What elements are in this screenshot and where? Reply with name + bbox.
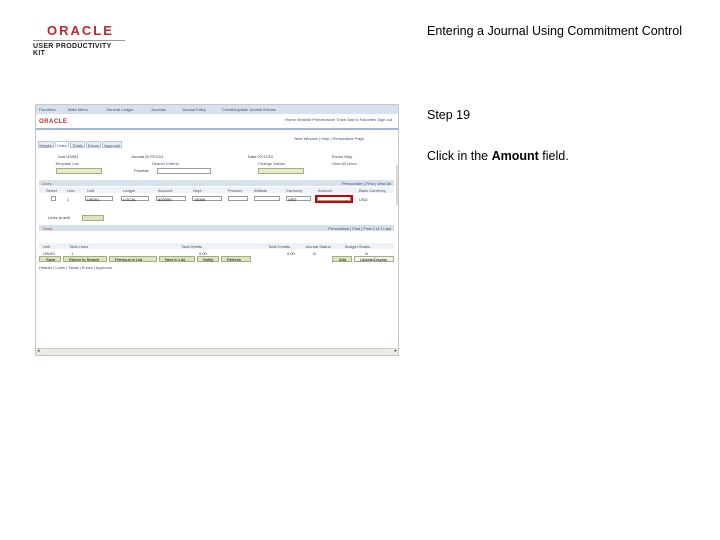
- lines-to-add-label: Lines to add: [48, 215, 70, 220]
- lines-section-nav[interactable]: Personalize | Find | View All: [342, 181, 391, 186]
- upk-logo-subtitle: USER PRODUCTIVITY KIT: [33, 40, 125, 57]
- process-label: Process: [134, 168, 149, 173]
- col-select: Select: [46, 188, 58, 193]
- step-number: Step 19: [427, 108, 471, 122]
- totals-section-title: Totals: [42, 226, 53, 231]
- totals-column-headers: Unit Total Lines Total Debits Total Cred…: [39, 243, 394, 249]
- scroll-left-icon[interactable]: ◂: [37, 349, 40, 354]
- nav-create-update[interactable]: Create/Update Journal Entries: [222, 107, 276, 112]
- process-button[interactable]: [258, 168, 304, 174]
- nav-main-menu[interactable]: Main Menu: [68, 107, 88, 112]
- row-dept-input[interactable]: 14000: [192, 196, 222, 202]
- date-field: Date 07/17/10: [248, 154, 274, 159]
- col-line: Line: [67, 188, 75, 193]
- app-header: ORACLE Home Worklist Performance Trace A…: [36, 114, 398, 130]
- vertical-scrollbar[interactable]: [396, 165, 398, 205]
- col-account: Account: [158, 188, 173, 193]
- application-screenshot: Favorites Main Menu General Ledger Journ…: [35, 104, 399, 356]
- col-currency: Currency: [286, 188, 303, 193]
- tab-errors[interactable]: Errors: [86, 141, 101, 148]
- horizontal-scrollbar[interactable]: ◂ ▸: [36, 348, 398, 355]
- nav-journals[interactable]: Journals: [151, 107, 166, 112]
- change-values-link[interactable]: Change Values: [258, 161, 285, 166]
- row-account-input[interactable]: 620000: [156, 196, 186, 202]
- col-base-currency: Base Currency: [359, 188, 386, 193]
- col-unit: Unit: [87, 188, 95, 193]
- app-oracle-logo: ORACLE: [39, 119, 68, 125]
- tab-approval[interactable]: Approval: [102, 141, 122, 148]
- footer-page-links[interactable]: Header | Lines | Totals | Errors | Appro…: [39, 265, 112, 270]
- col-affiliate: Affiliate: [254, 188, 268, 193]
- add-lines-button[interactable]: [82, 215, 104, 221]
- save-button[interactable]: Save: [39, 256, 61, 262]
- journal-id-field: Journal ID PCC01: [131, 154, 164, 159]
- tab-lines[interactable]: Lines: [55, 141, 69, 148]
- page-title: Entering a Journal Using Commitment Cont…: [427, 24, 682, 38]
- refresh-button[interactable]: Refresh: [221, 256, 251, 262]
- totals-section-nav[interactable]: Personalize | Find | First 1 of 1 Last: [328, 226, 391, 231]
- row-select-checkbox[interactable]: [51, 196, 56, 201]
- col-dept: Dept: [193, 188, 202, 193]
- lines-column-headers: Select Line Unit Ledger Account Dept Pro…: [39, 187, 394, 193]
- col-product: Product: [228, 188, 242, 193]
- return-to-search-button[interactable]: Return to Search: [63, 256, 107, 262]
- step-instruction: Click in the Amount field.: [427, 149, 569, 163]
- col-ledger: Ledger: [123, 188, 136, 193]
- view-all-lines-link[interactable]: View All Lines: [332, 161, 357, 166]
- tab-totals[interactable]: Totals: [70, 141, 85, 148]
- nav-journal-entry[interactable]: Journal Entry: [182, 107, 206, 112]
- errors-only-checkbox[interactable]: Errors Only: [332, 154, 352, 159]
- nav-general-ledger[interactable]: General Ledger: [106, 107, 134, 112]
- row-product-input[interactable]: [228, 196, 248, 201]
- field-name-emphasis: Amount: [491, 149, 539, 163]
- row-unit-input[interactable]: US001: [85, 196, 113, 202]
- unit-field: Unit US001: [58, 154, 79, 159]
- row-base-currency: USD: [359, 197, 368, 202]
- totals-col-credits: Total Credits: [268, 244, 291, 249]
- scroll-right-icon[interactable]: ▸: [394, 349, 397, 354]
- next-in-list-button[interactable]: Next in List: [159, 256, 195, 262]
- notify-button[interactable]: Notify: [197, 256, 219, 262]
- add-button[interactable]: Add: [332, 256, 352, 262]
- totals-col-unit: Unit: [43, 244, 51, 249]
- oracle-logo-text: ORACLE: [47, 23, 114, 38]
- nav-favorites[interactable]: Favorites: [39, 107, 55, 112]
- amount-field-highlight: [315, 195, 353, 203]
- page-toolbar: Save Return to Search Previous in List N…: [39, 256, 394, 263]
- tab-header[interactable]: Header: [38, 141, 54, 148]
- row-affiliate-input[interactable]: [254, 196, 280, 201]
- col-amount: Amount: [318, 188, 332, 193]
- previous-in-list-button[interactable]: Previous in List: [109, 256, 157, 262]
- oracle-upk-logo: ORACLE USER PRODUCTIVITY KIT: [33, 24, 125, 57]
- app-top-links[interactable]: Home Worklist Performance Trace Add to F…: [285, 117, 392, 122]
- totals-section-header: Totals Personalize | Find | First 1 of 1…: [39, 225, 394, 231]
- new-window-links[interactable]: New Window | Help | Personalize Page: [295, 136, 364, 141]
- lines-section-title: Lines: [42, 181, 52, 186]
- totals-col-journal-status: Journal Status: [305, 244, 331, 249]
- totals-col-lines: Total Lines: [69, 244, 89, 249]
- process-select[interactable]: [157, 168, 211, 174]
- row-currency-input[interactable]: USD: [286, 196, 311, 202]
- edit-journal-button[interactable]: [56, 168, 102, 174]
- update-display-button[interactable]: Update/Display: [354, 256, 394, 262]
- breadcrumb: Favorites Main Menu General Ledger Journ…: [36, 105, 398, 114]
- template-list-link[interactable]: Template List: [55, 161, 79, 166]
- row-line: 1: [67, 197, 70, 202]
- search-criteria-link[interactable]: Search Criteria: [152, 161, 179, 166]
- lines-section-header: Lines Personalize | Find | View All: [39, 180, 394, 186]
- totals-col-debits: Total Debits: [181, 244, 202, 249]
- totals-col-budget-status: Budget Status: [345, 244, 371, 249]
- row-ledger-input[interactable]: LOCAL: [121, 196, 149, 202]
